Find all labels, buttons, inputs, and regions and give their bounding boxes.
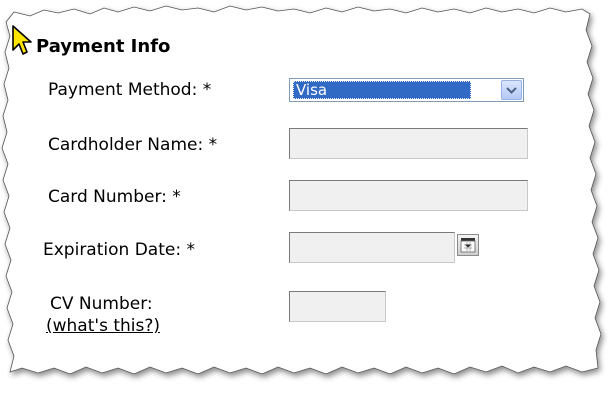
- calendar-icon: [460, 238, 476, 253]
- payment-method-selected-value: Visa: [293, 81, 471, 99]
- payment-method-label: Payment Method: *: [48, 80, 212, 100]
- whats-this-help-link[interactable]: (what's this?): [46, 316, 160, 336]
- expiration-date-input[interactable]: [289, 232, 455, 263]
- card-number-label: Card Number: *: [48, 187, 181, 207]
- expiration-date-label: Expiration Date: *: [43, 240, 195, 260]
- calendar-button[interactable]: [457, 234, 479, 256]
- cv-number-label: CV Number:: [50, 294, 153, 314]
- section-title: Payment Info: [36, 36, 171, 57]
- chevron-down-icon: [506, 87, 517, 94]
- screenshot-stage: Payment Info Payment Method: * Visa Card…: [0, 0, 608, 394]
- pointer-arrow-icon: [12, 25, 32, 55]
- payment-method-select[interactable]: Visa: [289, 78, 524, 102]
- payment-info-panel: Payment Info Payment Method: * Visa Card…: [0, 0, 608, 394]
- cardholder-name-label: Cardholder Name: *: [48, 135, 218, 155]
- card-number-input[interactable]: [289, 180, 528, 211]
- cardholder-name-input[interactable]: [289, 128, 528, 159]
- cv-number-input[interactable]: [289, 291, 386, 322]
- dropdown-toggle-button[interactable]: [501, 80, 522, 100]
